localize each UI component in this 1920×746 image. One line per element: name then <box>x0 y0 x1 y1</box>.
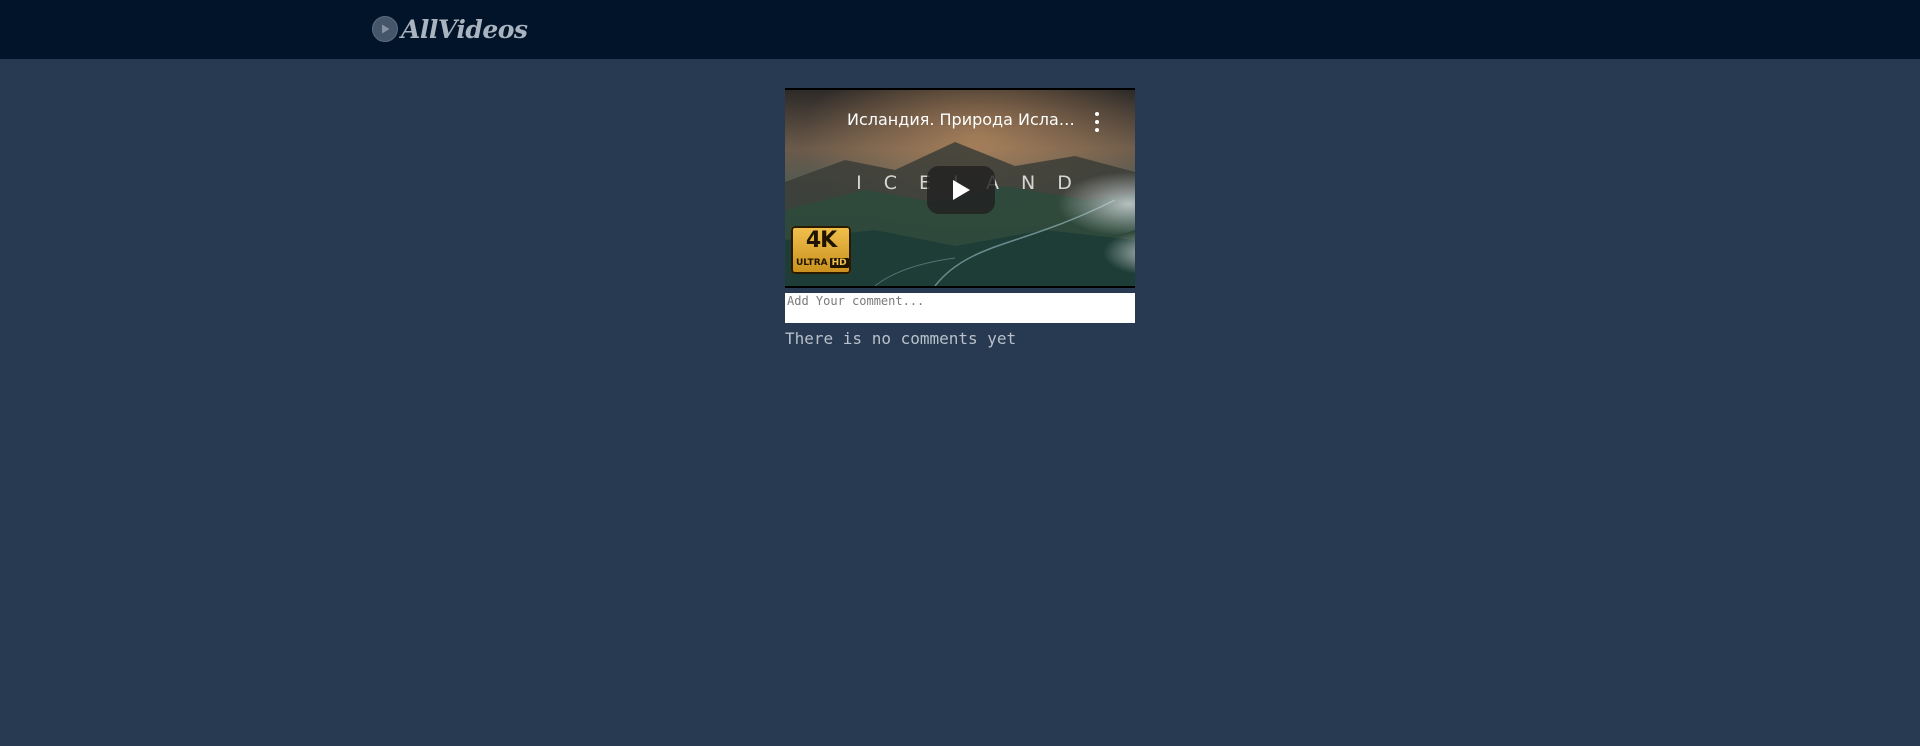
kebab-menu-icon[interactable] <box>1091 112 1103 132</box>
badge-ultra-hd-text: ULTRA HD <box>796 257 849 269</box>
main-content: Исландия. Природа Исландии ICELAND 4K UL… <box>785 88 1135 348</box>
comment-input[interactable] <box>785 293 1135 323</box>
play-icon <box>953 180 970 200</box>
play-circle-icon <box>372 16 398 42</box>
4k-ultra-hd-badge: 4K ULTRA HD <box>791 226 851 274</box>
top-navigation-bar: AllVideos <box>0 0 1920 59</box>
badge-ultra-text: ULTRA <box>796 258 828 268</box>
no-comments-message: There is no comments yet <box>785 329 1017 348</box>
video-player[interactable]: Исландия. Природа Исландии ICELAND 4K UL… <box>785 88 1135 288</box>
badge-hd-text: HD <box>829 258 849 268</box>
video-title[interactable]: Исландия. Природа Исландии <box>847 110 1079 129</box>
badge-4k-text: 4K <box>805 228 837 253</box>
site-logo[interactable]: AllVideos <box>372 12 528 46</box>
site-logo-text: AllVideos <box>401 14 528 44</box>
play-button[interactable] <box>927 166 995 214</box>
